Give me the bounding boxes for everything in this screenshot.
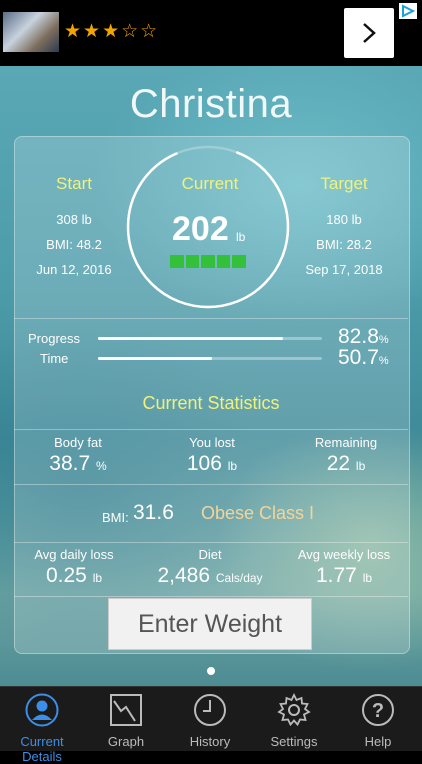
- remaining-value: 22 lb: [326, 452, 366, 475]
- divider: [14, 318, 408, 319]
- page-indicator-dot[interactable]: [207, 667, 215, 675]
- target-bmi: BMI: 28.2: [316, 237, 372, 252]
- progress-block: [170, 255, 184, 268]
- divider: [14, 542, 408, 543]
- chevron-right-icon: [363, 23, 376, 43]
- divider: [14, 429, 408, 430]
- diet-label: Diet: [198, 547, 222, 562]
- current-weight: 202: [172, 210, 229, 248]
- progress-block: [216, 255, 230, 268]
- progress-label: Progress: [28, 331, 81, 346]
- ad-rating-stars: ★★★☆☆: [64, 21, 160, 42]
- bmi-value: 31.6: [133, 501, 174, 524]
- ad-banner[interactable]: ★★★☆☆: [0, 0, 422, 66]
- tab-label: Graph: [107, 734, 145, 749]
- ad-image[interactable]: [3, 12, 59, 52]
- tab-history[interactable]: History: [168, 687, 252, 751]
- time-bar: [98, 357, 322, 360]
- time-bar-fill: [98, 357, 212, 360]
- target-date: Sep 17, 2018: [305, 262, 383, 277]
- body-fat-label: Body fat: [54, 435, 102, 450]
- clock-icon: [194, 694, 226, 726]
- progress-block: [185, 255, 199, 268]
- time-label: Time: [40, 351, 69, 366]
- you-lost-value: 106 lb: [186, 452, 238, 475]
- profile-name: Christina: [129, 82, 293, 126]
- graph-icon: [110, 694, 142, 726]
- avg-weekly-loss-value: 1.77 lb: [315, 564, 373, 587]
- tab-label: History: [189, 734, 231, 749]
- current-weight-unit: lb: [236, 230, 246, 244]
- gear-icon: [277, 693, 311, 727]
- tab-label: Settings: [270, 734, 318, 749]
- start-date: Jun 12, 2016: [36, 262, 112, 277]
- tab-label: Current Details: [20, 734, 64, 764]
- progress-bar: [98, 337, 322, 340]
- you-lost-label: You lost: [189, 435, 235, 450]
- start-weight: 308 lb: [56, 212, 92, 227]
- tab-help[interactable]: ? Help: [336, 687, 420, 751]
- avg-weekly-loss-label: Avg weekly loss: [297, 547, 391, 562]
- start-label: Start: [56, 174, 92, 193]
- svg-text:?: ?: [372, 700, 384, 722]
- tab-settings[interactable]: Settings: [252, 687, 336, 751]
- target-label: Target: [320, 174, 368, 193]
- bmi-class: Obese Class I: [201, 503, 315, 523]
- avg-daily-loss-value: 0.25 lb: [45, 564, 103, 587]
- body-fat-value: 38.7 %: [49, 452, 107, 475]
- person-icon: [25, 693, 59, 727]
- tab-graph[interactable]: Graph: [84, 687, 168, 751]
- ad-next-button[interactable]: [344, 8, 394, 58]
- bmi-label: BMI:: [102, 510, 129, 525]
- enter-weight-button[interactable]: Enter Weight: [108, 598, 312, 650]
- diet-value: 2,486 Cals/day: [157, 564, 263, 587]
- progress-blocks: [170, 255, 246, 268]
- start-bmi: BMI: 48.2: [46, 237, 102, 252]
- tab-bar: Current Details Graph History Settings ?…: [0, 686, 422, 764]
- target-weight: 180 lb: [326, 212, 362, 227]
- tab-current-details[interactable]: Current Details: [0, 687, 84, 764]
- current-label: Current: [181, 174, 239, 193]
- divider: [14, 596, 408, 597]
- avg-daily-loss-label: Avg daily loss: [34, 547, 114, 562]
- help-icon: ?: [362, 694, 394, 726]
- progress-block: [201, 255, 215, 268]
- remaining-label: Remaining: [314, 435, 378, 450]
- progress-bar-fill: [98, 337, 284, 340]
- current-statistics-title: Current Statistics: [142, 393, 280, 413]
- ad-choices-icon[interactable]: [399, 3, 417, 19]
- time-percent: 50.7%: [338, 346, 389, 369]
- tab-label: Help: [364, 734, 392, 749]
- progress-block: [232, 255, 246, 268]
- divider: [14, 484, 408, 485]
